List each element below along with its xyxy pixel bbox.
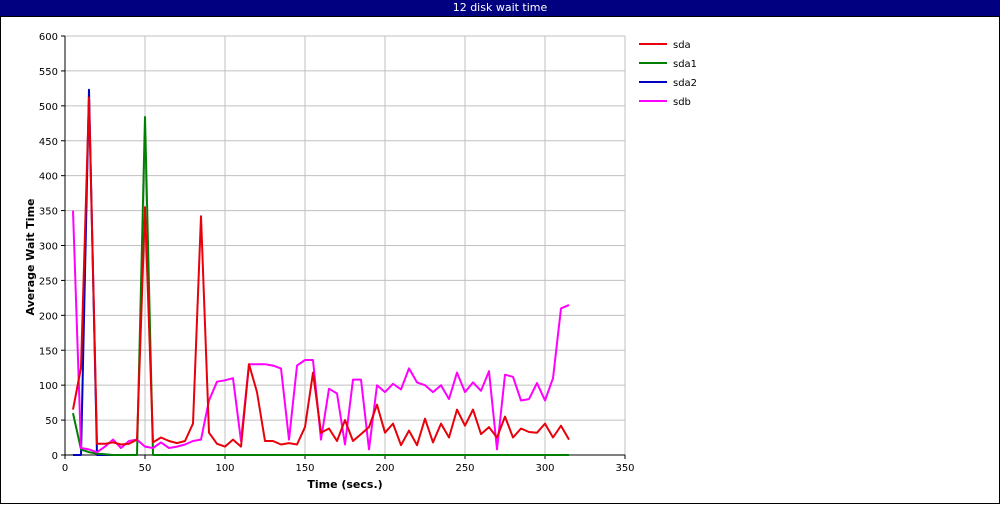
x-tick-label: 50 xyxy=(139,463,152,474)
series-line-sda xyxy=(72,96,570,448)
y-tick-label: 300 xyxy=(39,242,58,253)
y-tick-label: 550 xyxy=(39,67,58,78)
series-line-sda2 xyxy=(73,88,137,456)
y-tick-label: 350 xyxy=(39,207,58,218)
legend-label-sda2: sda2 xyxy=(673,78,697,89)
x-tick-label: 0 xyxy=(62,463,68,474)
y-tick-label: 500 xyxy=(39,102,58,113)
chart-frame: 0 50 100 150 200 250 300 350 0 50 100 150 200 250 300 3… xyxy=(0,16,1000,504)
line-chart: 0 50 100 150 200 250 300 350 0 50 100 150 200 250 300 3… xyxy=(24,32,697,491)
x-tick-label: 300 xyxy=(535,463,554,474)
y-tick-label: 450 xyxy=(39,137,58,148)
x-axis-label: Time (secs.) xyxy=(307,478,382,491)
y-tick-label: 100 xyxy=(39,381,58,392)
x-tick-label: 150 xyxy=(295,463,314,474)
legend-label-sda1: sda1 xyxy=(673,59,697,70)
y-tick-label: 150 xyxy=(39,346,58,357)
y-tick-label: 600 xyxy=(39,32,58,43)
y-axis-label: Average Wait Time xyxy=(24,199,37,316)
x-tick-label: 200 xyxy=(375,463,394,474)
data-series xyxy=(72,88,570,456)
x-tick-label: 100 xyxy=(215,463,234,474)
x-tick-label: 250 xyxy=(455,463,474,474)
y-tick-label: 50 xyxy=(45,416,58,427)
y-tick-label: 200 xyxy=(39,311,58,322)
window-title-bar: 12 disk wait time xyxy=(0,0,1000,16)
y-tick-label: 400 xyxy=(39,172,58,183)
legend-label-sdb: sdb xyxy=(673,97,691,108)
window-title: 12 disk wait time xyxy=(452,1,548,14)
x-tick-label: 350 xyxy=(615,463,634,474)
y-tick-label: 250 xyxy=(39,276,58,287)
legend-label-sda: sda xyxy=(673,40,691,51)
y-tick-label: 0 xyxy=(52,451,58,462)
legend: sda sda1 sda2 sdb xyxy=(639,40,697,108)
